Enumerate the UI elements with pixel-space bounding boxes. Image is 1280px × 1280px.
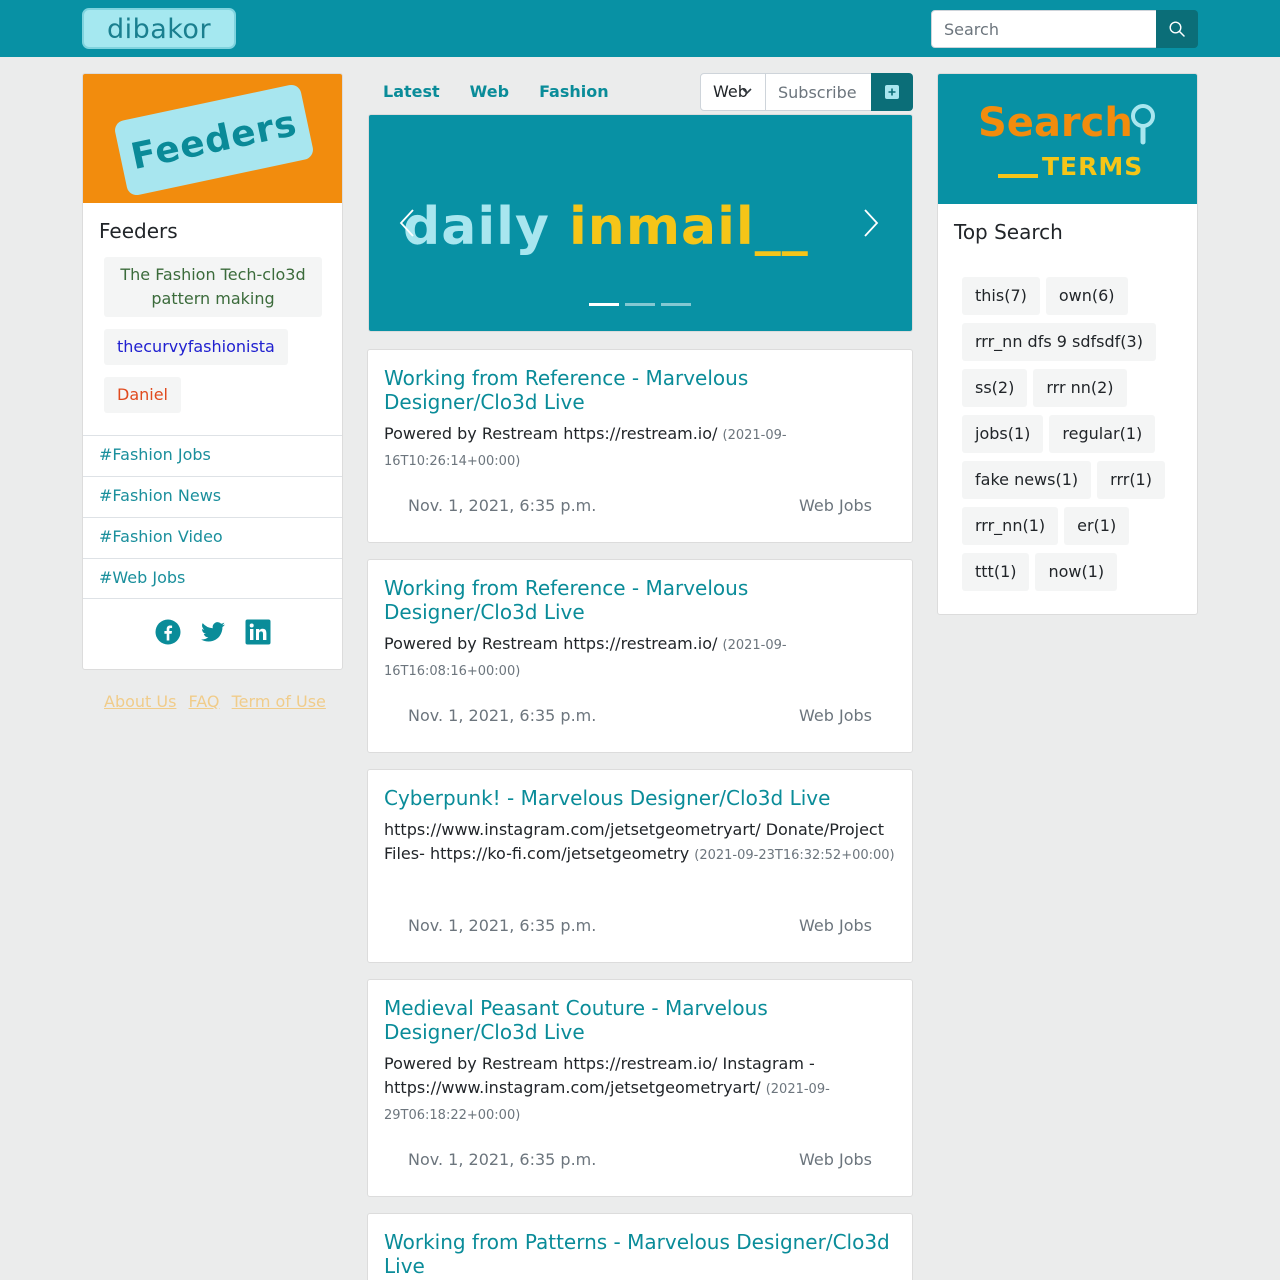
search-term-tag[interactable]: regular(1) xyxy=(1049,415,1156,453)
search-icon xyxy=(1169,21,1185,37)
post-date: Nov. 1, 2021, 6:35 p.m. xyxy=(408,1150,597,1169)
tab-fashion[interactable]: Fashion xyxy=(539,82,609,102)
banner-underline xyxy=(998,174,1038,178)
chevron-down-icon xyxy=(742,88,752,95)
post-category[interactable]: Web Jobs xyxy=(799,1150,872,1169)
search-input[interactable] xyxy=(931,10,1157,48)
top-search-title: Top Search xyxy=(954,220,1063,244)
feeders-banner-text: Feeders xyxy=(127,102,301,178)
carousel-indicator[interactable] xyxy=(625,303,655,306)
search-term-tag[interactable]: ttt(1) xyxy=(962,553,1030,591)
search-term-list: this(7) own(6) rrr_nn dfs 9 sdfsdf(3) ss… xyxy=(962,277,1182,591)
post-card: Working from Reference - Marvelous Desig… xyxy=(367,559,913,753)
post-title[interactable]: Working from Reference - Marvelous Desig… xyxy=(384,366,898,414)
category-select[interactable]: Web xyxy=(700,73,766,111)
post-description: Powered by Restream https://restream.io/… xyxy=(384,1052,898,1128)
post-title[interactable]: Cyberpunk! - Marvelous Designer/Clo3d Li… xyxy=(384,786,898,810)
feeders-banner-image: Feeders xyxy=(83,74,342,203)
tab-web[interactable]: Web xyxy=(470,82,509,102)
carousel-indicator[interactable] xyxy=(661,303,691,306)
carousel-indicators xyxy=(589,303,691,306)
post-description: https://www.instagram.com/jetsetgeometry… xyxy=(384,818,898,868)
post-card: Cyberpunk! - Marvelous Designer/Clo3d Li… xyxy=(367,769,913,963)
post-category[interactable]: Web Jobs xyxy=(799,916,872,935)
search-term-tag[interactable]: own(6) xyxy=(1045,277,1128,315)
post-card: Working from Patterns - Marvelous Design… xyxy=(367,1213,913,1280)
term-of-use-link[interactable]: Term of Use xyxy=(232,692,326,711)
search-term-tag[interactable]: now(1) xyxy=(1035,553,1118,591)
feeder-link[interactable]: Daniel xyxy=(104,377,181,413)
post-date: Nov. 1, 2021, 6:35 p.m. xyxy=(408,916,597,935)
category-tabs: Latest Web Fashion xyxy=(383,82,609,102)
feeders-card: Feeders Feeders The Fashion Tech-clo3d p… xyxy=(82,73,343,670)
carousel-indicator[interactable] xyxy=(589,303,619,306)
hashtag-fashion-jobs[interactable]: #Fashion Jobs xyxy=(83,435,342,476)
search-term-tag[interactable]: rrr nn(2) xyxy=(1033,369,1127,407)
search-term-tag[interactable]: er(1) xyxy=(1064,507,1130,545)
faq-link[interactable]: FAQ xyxy=(189,692,220,711)
carousel-word-daily: daily xyxy=(403,197,550,257)
plus-square-icon xyxy=(885,85,899,99)
post-published-date: (2021-09-23T16:32:52+00:00) xyxy=(694,848,895,863)
post-description-text: Powered by Restream https://restream.io/ xyxy=(384,634,718,653)
feeder-link[interactable]: thecurvyfashionista xyxy=(104,329,288,365)
hashtag-fashion-video[interactable]: #Fashion Video xyxy=(83,517,342,558)
post-date: Nov. 1, 2021, 6:35 p.m. xyxy=(408,706,597,725)
feeder-link[interactable]: The Fashion Tech-clo3d pattern making xyxy=(104,257,322,317)
post-card: Working from Reference - Marvelous Desig… xyxy=(367,349,913,543)
carousel-next-button[interactable] xyxy=(863,208,879,242)
search-term-tag[interactable]: this(7) xyxy=(962,277,1040,315)
tab-latest[interactable]: Latest xyxy=(383,82,440,102)
carousel-word-inmail: inmail__ xyxy=(568,197,809,257)
post-date: Nov. 1, 2021, 6:35 p.m. xyxy=(408,496,597,515)
subscribe-email-input[interactable] xyxy=(765,73,872,111)
post-category[interactable]: Web Jobs xyxy=(799,706,872,725)
twitter-icon[interactable] xyxy=(200,619,226,645)
hero-carousel: daily inmail__ xyxy=(368,114,913,332)
search-term-tag[interactable]: jobs(1) xyxy=(962,415,1044,453)
facebook-icon[interactable] xyxy=(155,619,181,645)
post-title[interactable]: Medieval Peasant Couture - Marvelous Des… xyxy=(384,996,898,1044)
hashtag-fashion-news[interactable]: #Fashion News xyxy=(83,476,342,517)
about-us-link[interactable]: About Us xyxy=(104,692,176,711)
logo-text: dibakor xyxy=(106,14,212,45)
chevron-left-icon xyxy=(399,209,414,237)
banner-word-terms: TERMS xyxy=(1042,152,1144,181)
hashtag-list: #Fashion Jobs #Fashion News #Fashion Vid… xyxy=(83,435,342,599)
feeders-title: Feeders xyxy=(99,219,178,243)
post-description-text: Powered by Restream https://restream.io/ xyxy=(384,424,718,443)
footer-links: About Us FAQ Term of Use xyxy=(104,692,333,711)
social-links xyxy=(83,619,342,645)
search-term-tag[interactable]: rrr_nn dfs 9 sdfsdf(3) xyxy=(962,323,1156,361)
magnifier-icon xyxy=(1131,104,1155,145)
carousel-slide-text: daily inmail__ xyxy=(403,197,809,257)
search-button[interactable] xyxy=(1156,10,1198,48)
post-card: Medieval Peasant Couture - Marvelous Des… xyxy=(367,979,913,1197)
top-search-card: Search TERMS Top Search this(7) own(6) r… xyxy=(937,73,1198,615)
hashtag-web-jobs[interactable]: #Web Jobs xyxy=(83,558,342,599)
search-terms-banner-image: Search TERMS xyxy=(938,74,1197,204)
linkedin-icon[interactable] xyxy=(245,619,271,645)
subscribe-button[interactable] xyxy=(871,73,913,111)
search-term-tag[interactable]: fake news(1) xyxy=(962,461,1092,499)
search-term-tag[interactable]: rrr(1) xyxy=(1097,461,1165,499)
site-logo[interactable]: dibakor xyxy=(82,8,236,49)
post-title[interactable]: Working from Reference - Marvelous Desig… xyxy=(384,576,898,624)
banner-word-search: Search xyxy=(978,100,1133,146)
top-navbar: dibakor xyxy=(0,0,1280,57)
search-term-tag[interactable]: ss(2) xyxy=(962,369,1028,407)
post-description: Powered by Restream https://restream.io/… xyxy=(384,632,898,684)
post-description-text: Powered by Restream https://restream.io/… xyxy=(384,1054,815,1097)
post-title[interactable]: Working from Patterns - Marvelous Design… xyxy=(384,1230,898,1278)
post-description: Powered by Restream https://restream.io/… xyxy=(384,422,898,474)
carousel-prev-button[interactable] xyxy=(399,208,415,242)
feeders-ticket: Feeders xyxy=(113,83,315,197)
post-category[interactable]: Web Jobs xyxy=(799,496,872,515)
search-term-tag[interactable]: rrr_nn(1) xyxy=(962,507,1059,545)
chevron-right-icon xyxy=(864,209,879,237)
